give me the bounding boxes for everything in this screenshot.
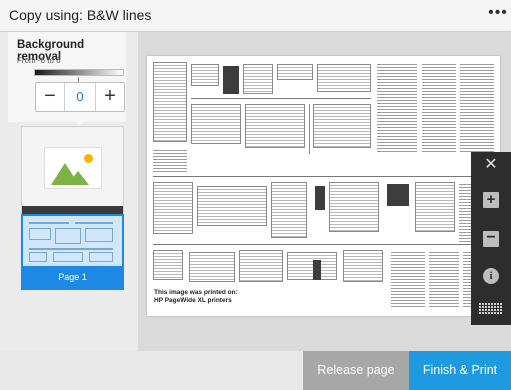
gradient-bar (34, 69, 124, 76)
print-caption-line2: HP PageWide XL printers (154, 297, 232, 304)
title-bar: Copy using: B&W lines ••• (0, 0, 511, 32)
image-placeholder-icon (44, 147, 102, 189)
drawing-detail (317, 64, 371, 92)
notes-column (377, 62, 417, 152)
notes-column (391, 250, 425, 308)
preview-area: This image was printed on: HP PageWide X… (138, 32, 511, 351)
drawing-detail (343, 250, 383, 282)
print-caption: This image was printed on: HP PageWide X… (154, 289, 238, 305)
drawing-detail (153, 182, 193, 234)
thumb-line (29, 222, 69, 224)
drawing-column (153, 62, 187, 142)
document-preview[interactable]: This image was printed on: HP PageWide X… (147, 56, 500, 316)
zoom-in-icon[interactable]: + (483, 192, 499, 208)
release-page-button[interactable]: Release page (303, 351, 409, 390)
drawing-detail (287, 252, 337, 280)
drawing-line (153, 176, 493, 177)
drawing-detail (197, 186, 267, 226)
thumb-block (29, 252, 47, 262)
drawing-detail (415, 182, 455, 232)
thumb-block (89, 252, 113, 262)
page-thumbnail-label: Page 1 (58, 272, 87, 282)
drawing-dark-block (387, 184, 409, 206)
thumb-block (55, 228, 81, 244)
sidebar: Background removal From -6 to 6 − 0 + In… (0, 32, 138, 351)
print-caption-line1: This image was printed on: (154, 289, 238, 296)
drawing-line (153, 244, 493, 245)
drawing-detail (239, 250, 283, 282)
thumb-line (75, 222, 113, 224)
finish-print-button[interactable]: Finish & Print (409, 351, 511, 390)
page-title: Copy using: B&W lines (9, 7, 152, 23)
info-icon[interactable]: i (483, 268, 499, 284)
background-removal-range: From -6 to 6 (17, 56, 61, 65)
drawing-detail (313, 104, 371, 148)
drawing-detail (191, 104, 241, 144)
thumb-block (29, 228, 51, 240)
drawing-line (191, 98, 371, 99)
sun-icon (84, 154, 93, 163)
mountain-small-icon (67, 171, 89, 185)
page-thumbnail-image (23, 216, 122, 266)
bottom-bar: Release page Finish & Print (0, 351, 511, 390)
notes-column (460, 62, 494, 152)
drawing-detail (189, 252, 235, 282)
drawing-dark-block (315, 186, 325, 210)
thumb-block (53, 252, 83, 262)
drawing-detail (243, 64, 273, 94)
notes-column (153, 148, 187, 174)
close-icon[interactable]: ✕ (481, 155, 501, 175)
drawing-detail (153, 250, 183, 280)
page-thumbnail[interactable]: Page 1 (21, 214, 124, 290)
zoom-toolbar: ✕ + − i (471, 152, 511, 325)
background-removal-panel: Background removal From -6 to 6 − 0 + (8, 32, 126, 126)
zoom-out-icon[interactable]: − (483, 230, 499, 247)
drawing-detail (245, 104, 305, 148)
drawing-detail (277, 64, 313, 80)
notes-column (429, 250, 459, 308)
drawing-detail (271, 182, 307, 238)
thumb-line (29, 248, 113, 250)
background-removal-stepper: − 0 + (35, 82, 125, 112)
drawing-dark-block (223, 66, 239, 94)
drawing-dark-block (313, 260, 321, 280)
drawing-line (309, 104, 310, 154)
decrease-button[interactable]: − (36, 83, 64, 111)
notes-column (422, 62, 456, 152)
drawing-detail (191, 64, 219, 86)
increase-button[interactable]: + (96, 83, 124, 111)
background-removal-value[interactable]: 0 (64, 83, 96, 111)
drawing-detail (329, 182, 379, 232)
more-options-icon[interactable]: ••• (487, 4, 509, 26)
keypad-icon[interactable] (479, 303, 503, 315)
thumb-block (85, 228, 113, 242)
